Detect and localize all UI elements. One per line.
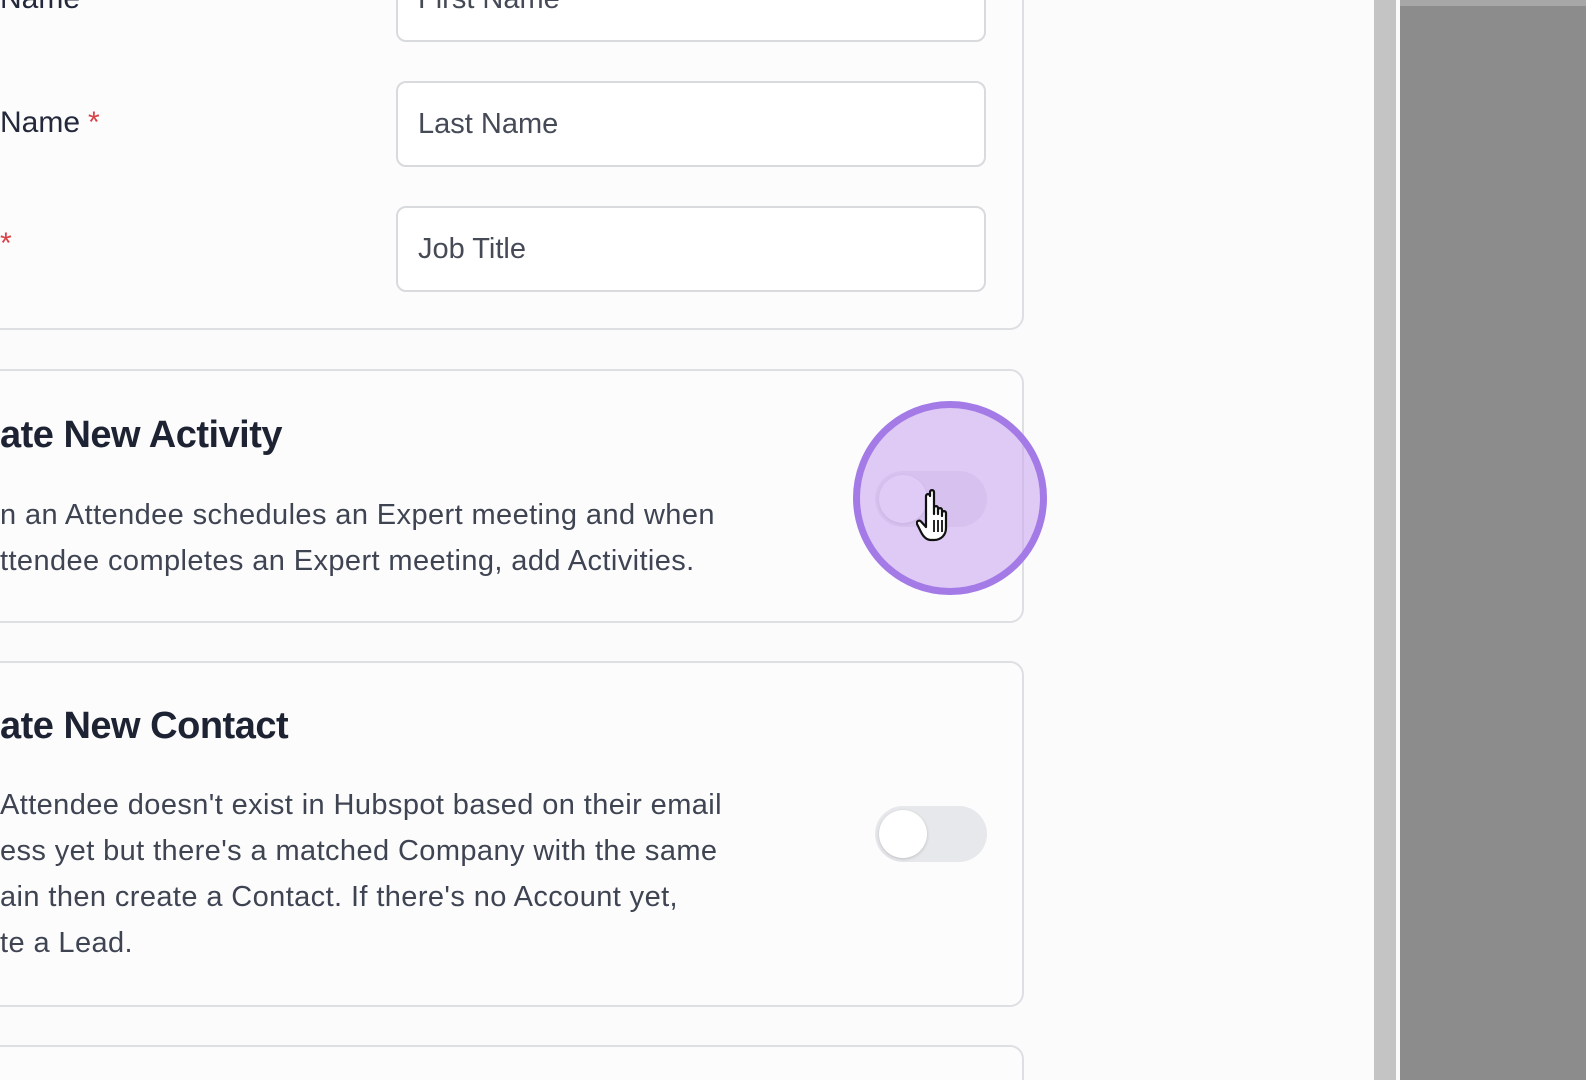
next-settings-card (0, 1045, 1024, 1080)
job-title-label: * (0, 227, 12, 261)
required-marker: * (88, 106, 100, 139)
required-marker: * (0, 227, 12, 260)
first-name-label: Name (0, 0, 80, 16)
first-name-input[interactable] (396, 0, 986, 42)
create-activity-description: n an Attendee schedules an Expert meetin… (0, 499, 715, 577)
create-contact-description: Attendee doesn't exist in Hubspot based … (0, 789, 722, 959)
create-activity-title: ate New Activity (0, 414, 283, 456)
create-contact-title: ate New Contact (0, 705, 289, 747)
create-contact-toggle[interactable] (875, 806, 987, 862)
toggle-knob (879, 810, 927, 858)
scrollbar-thumb[interactable] (1374, 0, 1396, 1080)
last-name-input[interactable] (396, 81, 986, 167)
last-name-label: Name * (0, 106, 100, 139)
toggle-knob (879, 475, 927, 523)
create-activity-toggle[interactable] (875, 471, 987, 527)
main-page: Name Name* * ate New Activity n an Atten… (0, 0, 1374, 1080)
job-title-input[interactable] (396, 206, 986, 292)
side-panel-background (1400, 0, 1586, 1080)
side-panel-header-edge (1400, 0, 1586, 6)
